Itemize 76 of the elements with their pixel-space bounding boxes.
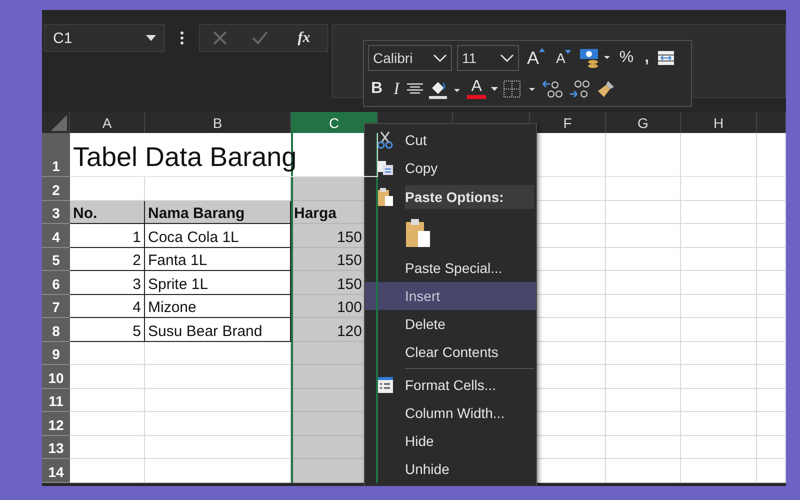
menu-item[interactable]: Format Cells... bbox=[365, 371, 536, 399]
row-header[interactable]: 8 bbox=[42, 318, 70, 342]
table-cell bbox=[757, 224, 786, 248]
table-cell bbox=[757, 412, 786, 436]
row-header[interactable]: 1 bbox=[42, 133, 70, 177]
table-cell bbox=[757, 271, 786, 294]
bold-button[interactable]: B bbox=[368, 80, 386, 98]
comma-button[interactable]: , bbox=[642, 49, 652, 67]
check-icon[interactable] bbox=[252, 31, 268, 45]
font-dropdown[interactable]: Calibri bbox=[368, 45, 452, 71]
column-header[interactable]: C bbox=[291, 112, 378, 133]
row-header[interactable]: 11 bbox=[42, 388, 70, 412]
table-cell bbox=[757, 388, 786, 412]
money-icon[interactable] bbox=[579, 47, 612, 69]
row-header[interactable]: 14 bbox=[42, 459, 70, 482]
table-cell: 1 bbox=[70, 224, 145, 248]
row-header[interactable]: 7 bbox=[42, 294, 70, 318]
grow-font-button[interactable]: A bbox=[524, 48, 548, 68]
format-cells-icon bbox=[376, 376, 394, 394]
percent-button[interactable]: % bbox=[616, 49, 637, 67]
table-cell bbox=[757, 200, 786, 224]
copy-icon bbox=[376, 160, 394, 176]
table-cell bbox=[757, 342, 786, 365]
row-header[interactable]: 3 bbox=[42, 200, 70, 224]
table-cell bbox=[757, 294, 786, 318]
table-cell bbox=[757, 436, 786, 459]
menu-section-header: Paste Options: bbox=[405, 185, 534, 209]
menu-item[interactable]: Column Width... bbox=[365, 399, 536, 427]
table-cell bbox=[757, 365, 786, 388]
row-header[interactable]: 13 bbox=[42, 436, 70, 459]
table-cell: 3 bbox=[70, 271, 145, 294]
table-cell: 4 bbox=[70, 294, 145, 318]
borders-icon[interactable] bbox=[502, 80, 537, 98]
table-cell bbox=[757, 177, 786, 200]
table-cell: Susu Bear Brand bbox=[145, 318, 291, 342]
table-cell: 5 bbox=[70, 318, 145, 342]
format-painter-icon[interactable] bbox=[596, 79, 616, 99]
row-header[interactable]: 5 bbox=[42, 248, 70, 271]
menu-item[interactable]: Insert bbox=[365, 282, 536, 310]
table-cell bbox=[757, 248, 786, 271]
table-cell: Fanta 1L bbox=[145, 248, 291, 271]
table-cell: Coca Cola 1L bbox=[145, 224, 291, 248]
align-center-icon[interactable] bbox=[407, 83, 424, 95]
merge-icon[interactable] bbox=[657, 50, 676, 66]
decrease-decimal-icon[interactable] bbox=[568, 79, 591, 99]
font-size-dropdown[interactable]: 11 bbox=[457, 45, 519, 71]
shrink-font-button[interactable]: A bbox=[553, 50, 574, 66]
chevron-down-icon bbox=[433, 54, 447, 62]
row-header[interactable]: 12 bbox=[42, 412, 70, 436]
table-cell: Nama Barang bbox=[145, 200, 291, 224]
table-cell: 2 bbox=[70, 248, 145, 271]
italic-button[interactable]: I bbox=[390, 79, 402, 99]
menu-item[interactable]: Unhide bbox=[365, 455, 536, 483]
table-cell: Sprite 1L bbox=[145, 271, 291, 294]
cancel-icon[interactable] bbox=[212, 31, 227, 45]
table-cell: Mizone bbox=[145, 294, 291, 318]
row-header[interactable]: 6 bbox=[42, 271, 70, 294]
row-header[interactable]: 4 bbox=[42, 224, 70, 248]
row-header[interactable]: 9 bbox=[42, 342, 70, 365]
more-icon[interactable] bbox=[180, 31, 184, 45]
table-cell bbox=[757, 459, 786, 482]
row-header[interactable]: 2 bbox=[42, 177, 70, 200]
table-cell: No. bbox=[70, 200, 145, 224]
table-cell bbox=[757, 318, 786, 342]
scissors-icon bbox=[377, 131, 393, 149]
name-box[interactable]: C1 bbox=[44, 24, 165, 52]
row-header[interactable]: 10 bbox=[42, 365, 70, 388]
paste-icon[interactable] bbox=[405, 218, 431, 248]
increase-decimal-icon[interactable] bbox=[542, 79, 564, 99]
dropdown-icon[interactable] bbox=[490, 87, 498, 91]
insert-function-button[interactable]: fx bbox=[294, 30, 314, 46]
chevron-down-icon bbox=[500, 54, 514, 62]
font-color-button[interactable]: A bbox=[467, 79, 486, 99]
menu-item[interactable]: Hide bbox=[365, 427, 536, 455]
dropdown-icon bbox=[146, 35, 156, 41]
select-all-icon[interactable] bbox=[51, 115, 67, 131]
